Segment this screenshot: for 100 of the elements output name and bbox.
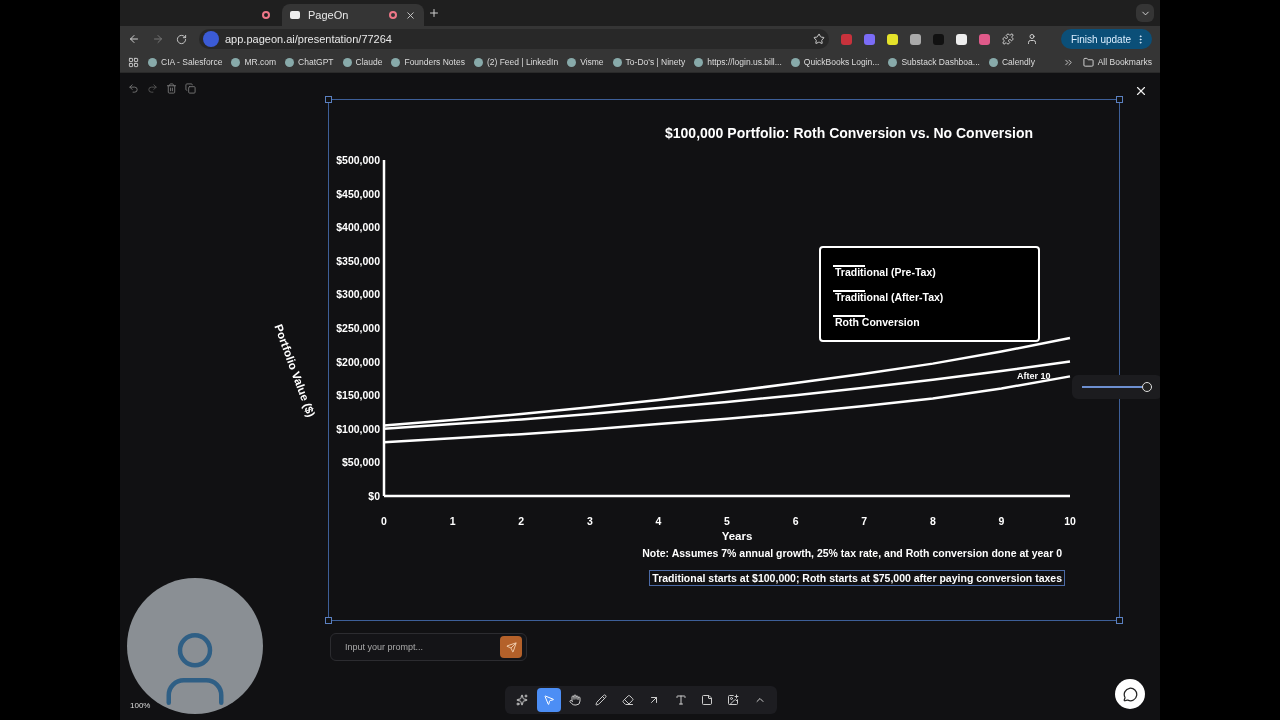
- send-button[interactable]: [500, 636, 522, 658]
- x-tick-label: 9: [998, 515, 1005, 527]
- bookmark[interactable]: To-Do's | Ninety: [612, 57, 686, 67]
- tab-search-icon[interactable]: [1136, 4, 1154, 22]
- trash-icon[interactable]: [166, 83, 177, 94]
- bookmark[interactable]: Substack Dashboa...: [888, 57, 980, 67]
- duplicate-icon[interactable]: [185, 83, 196, 94]
- y-tick-label: $450,000: [336, 187, 380, 200]
- favicon-icon: [148, 57, 157, 67]
- legend-label: Roth Conversion: [835, 316, 920, 328]
- back-icon[interactable]: [128, 33, 140, 45]
- chat-button[interactable]: [1115, 679, 1145, 709]
- y-tick-label: $0: [368, 490, 380, 502]
- bookmark[interactable]: CIA - Salesforce: [148, 57, 223, 67]
- send-icon: [505, 641, 517, 653]
- y-tick-label: $400,000: [336, 221, 380, 234]
- all-bookmarks[interactable]: All Bookmarks: [1082, 56, 1152, 68]
- site-info-icon[interactable]: [203, 31, 219, 47]
- favicon-icon: [231, 57, 241, 67]
- browser-tab[interactable]: PageOn: [282, 4, 424, 26]
- bookmark[interactable]: ChatGPT: [285, 57, 334, 67]
- y-tick-label: $200,000: [336, 355, 380, 368]
- new-tab-icon[interactable]: [428, 7, 440, 19]
- chat-icon: [1122, 686, 1138, 702]
- favicon-icon: [790, 57, 800, 67]
- y-tick-label: $50,000: [342, 456, 380, 469]
- slider[interactable]: [1082, 381, 1152, 393]
- y-tick-label: $150,000: [336, 389, 380, 402]
- extension-icon[interactable]: [956, 33, 967, 45]
- extension-icon[interactable]: [910, 33, 921, 45]
- draw-icon: [595, 694, 608, 706]
- favicon-icon: [285, 57, 295, 67]
- text-icon: [674, 694, 687, 706]
- chart-note: Traditional starts at $100,000; Roth starts at $75,000 after paying conversion taxes: [649, 570, 1065, 586]
- recording-icon: [262, 11, 270, 19]
- y-tick-label: $300,000: [336, 288, 380, 301]
- bookmark[interactable]: QuickBooks Login...: [790, 57, 880, 67]
- x-tick-label: 2: [518, 515, 525, 527]
- undo-icon[interactable]: [128, 83, 139, 94]
- x-tick-label: 0: [381, 515, 387, 527]
- folder-icon: [1082, 56, 1094, 68]
- y-tick-label: $350,000: [336, 254, 380, 267]
- bookmark[interactable]: Founders Notes: [391, 57, 465, 67]
- x-tick-label: 1: [449, 515, 456, 527]
- close-icon[interactable]: [405, 9, 416, 21]
- favicon-icon: [342, 57, 352, 67]
- bookmark[interactable]: Claude: [342, 57, 383, 67]
- magic-icon: [516, 694, 529, 706]
- puzzle-icon[interactable]: [1002, 33, 1014, 45]
- apps-icon[interactable]: [128, 56, 139, 68]
- media-icon: [727, 694, 740, 706]
- slider-thumb[interactable]: [1142, 382, 1152, 392]
- x-tick-label: 7: [861, 515, 868, 527]
- favicon-icon: [612, 57, 622, 67]
- resize-handle[interactable]: [1116, 617, 1123, 624]
- legend-label: Traditional (Pre-Tax): [835, 266, 936, 278]
- select-icon: [542, 694, 555, 706]
- x-tick-label: 10: [1064, 515, 1076, 527]
- y-tick-label: $100,000: [336, 422, 380, 435]
- prompt-field[interactable]: Input your prompt...: [343, 641, 500, 653]
- x-tick-label: 3: [586, 515, 593, 527]
- legend-label: Traditional (After-Tax): [835, 291, 944, 303]
- close-icon: [1134, 84, 1148, 98]
- x-tick-label: 8: [929, 515, 936, 527]
- favicon-icon: [888, 57, 898, 67]
- note-icon: [700, 694, 713, 706]
- eraser-icon: [621, 694, 634, 706]
- favicon-icon: [290, 11, 300, 19]
- address-bar[interactable]: app.pageon.ai/presentation/77264: [199, 29, 829, 49]
- resize-handle[interactable]: [1116, 96, 1123, 103]
- bookmark[interactable]: Calendly: [988, 57, 1035, 67]
- zoom-level: 100%: [130, 701, 151, 710]
- favicon-icon: [694, 57, 704, 67]
- x-tick-label: 4: [655, 515, 662, 527]
- x-tick-label: 6: [792, 515, 799, 527]
- y-tick-label: $250,000: [336, 322, 380, 334]
- recording-icon: [389, 11, 397, 19]
- x-tick-label: 5: [724, 515, 730, 527]
- bookmark[interactable]: MR.com: [231, 57, 277, 67]
- bookmark[interactable]: Visme: [567, 57, 604, 67]
- select-tool-button[interactable]: [536, 688, 561, 712]
- prompt-box[interactable]: Input your prompt...: [330, 633, 527, 661]
- close-button[interactable]: [1134, 84, 1148, 98]
- chart-annotation: After 10: [1017, 371, 1051, 381]
- finish-update-button[interactable]: Finish update: [1060, 29, 1152, 49]
- y-tick-label: $500,000: [336, 154, 380, 166]
- x-axis-title: Years: [721, 530, 753, 542]
- resize-handle[interactable]: [325, 96, 332, 103]
- reload-icon[interactable]: [176, 33, 187, 45]
- favicon-icon: [567, 57, 577, 67]
- bookmark[interactable]: (2) Feed | LinkedIn: [473, 57, 559, 67]
- hand-icon: [568, 694, 581, 706]
- profile-icon[interactable]: [1026, 33, 1038, 45]
- bookmark[interactable]: https://login.us.bill...: [694, 57, 782, 67]
- chart-note: Note: Assumes 7% annual growth, 25% tax rate, and Roth conversion done at year 0: [641, 546, 1063, 561]
- favicon-icon: [473, 57, 483, 67]
- extension-icon[interactable]: [887, 33, 898, 45]
- resize-handle[interactable]: [325, 617, 332, 624]
- star-icon[interactable]: [813, 33, 825, 45]
- favicon-icon: [391, 57, 401, 67]
